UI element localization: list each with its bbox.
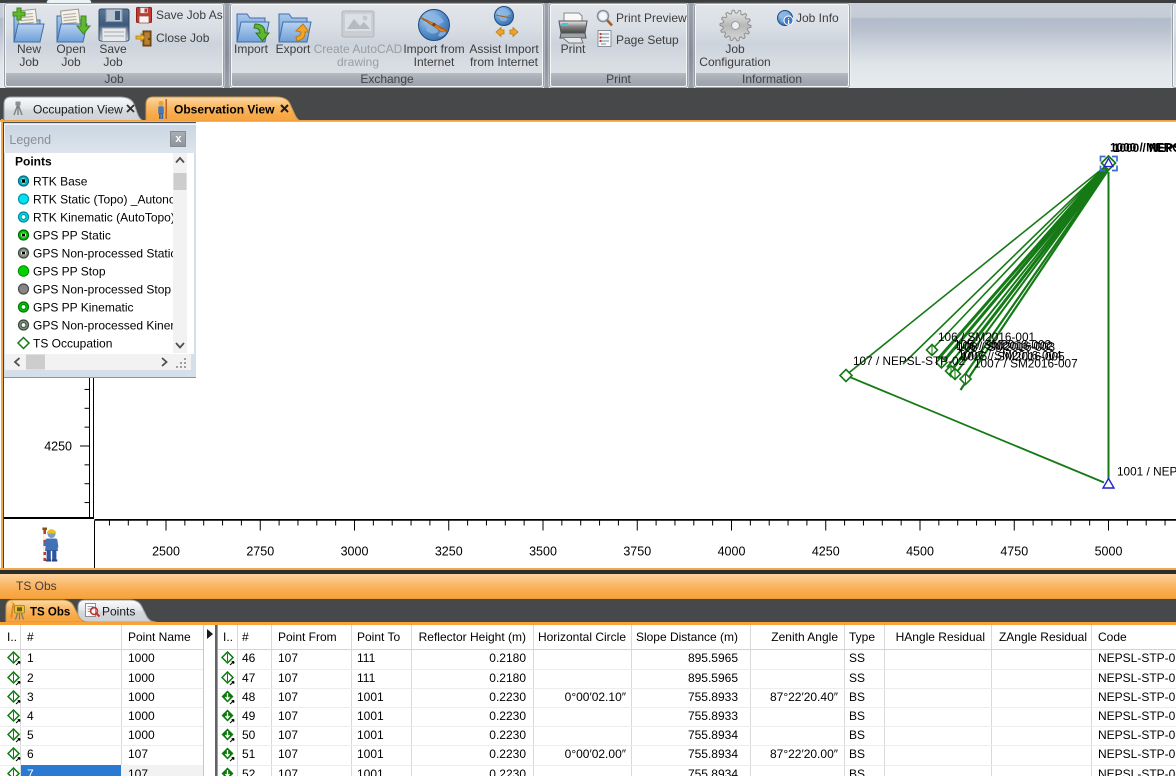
svg-text:Points: Points: [102, 605, 135, 619]
svg-text:GPS Non-processed Stop: GPS Non-processed Stop: [33, 282, 171, 296]
svg-text:GPS Non-processed Static: GPS Non-processed Static: [33, 246, 176, 260]
svg-text:RTK Base: RTK Base: [33, 174, 88, 188]
svg-text:GPS Non-processed Kinem: GPS Non-processed Kinem: [33, 318, 180, 332]
svg-text:RTK Static (Topo) _Autonor: RTK Static (Topo) _Autonor: [33, 192, 180, 206]
svg-text:2750: 2750: [246, 545, 274, 559]
svg-text:1000 / NEPS: 1000 / NEPS: [1113, 141, 1176, 155]
svg-text:1007 / SM2016-007: 1007 / SM2016-007: [974, 357, 1078, 371]
svg-text:GPS PP Kinematic: GPS PP Kinematic: [33, 300, 134, 314]
svg-text:4750: 4750: [1000, 545, 1028, 559]
svg-text:4250: 4250: [44, 440, 72, 454]
svg-text:Points: Points: [15, 154, 52, 168]
svg-text:GPS PP Static: GPS PP Static: [33, 228, 111, 242]
svg-text:TS Occupation: TS Occupation: [33, 336, 112, 350]
svg-text:RTK Kinematic (AutoTopo): RTK Kinematic (AutoTopo): [33, 210, 175, 224]
svg-text:Observation View: Observation View: [174, 103, 275, 117]
svg-text:4000: 4000: [718, 545, 746, 559]
svg-text:2500: 2500: [152, 545, 180, 559]
svg-text:4500: 4500: [906, 545, 934, 559]
svg-text:GPS PP Stop: GPS PP Stop: [33, 264, 106, 278]
svg-text:TS Obs: TS Obs: [30, 607, 70, 619]
svg-text:3500: 3500: [529, 545, 557, 559]
svg-text:107 / NEPSL-STP-02: 107 / NEPSL-STP-02: [853, 354, 965, 368]
svg-text:5000: 5000: [1095, 545, 1123, 559]
svg-text:4250: 4250: [812, 545, 840, 559]
svg-text:3750: 3750: [623, 545, 651, 559]
svg-text:3000: 3000: [341, 545, 369, 559]
svg-text:Occupation View: Occupation View: [33, 103, 123, 117]
svg-text:3250: 3250: [435, 545, 463, 559]
svg-text:1001 / NEPSL-STP: 1001 / NEPSL-STP: [1117, 465, 1176, 479]
